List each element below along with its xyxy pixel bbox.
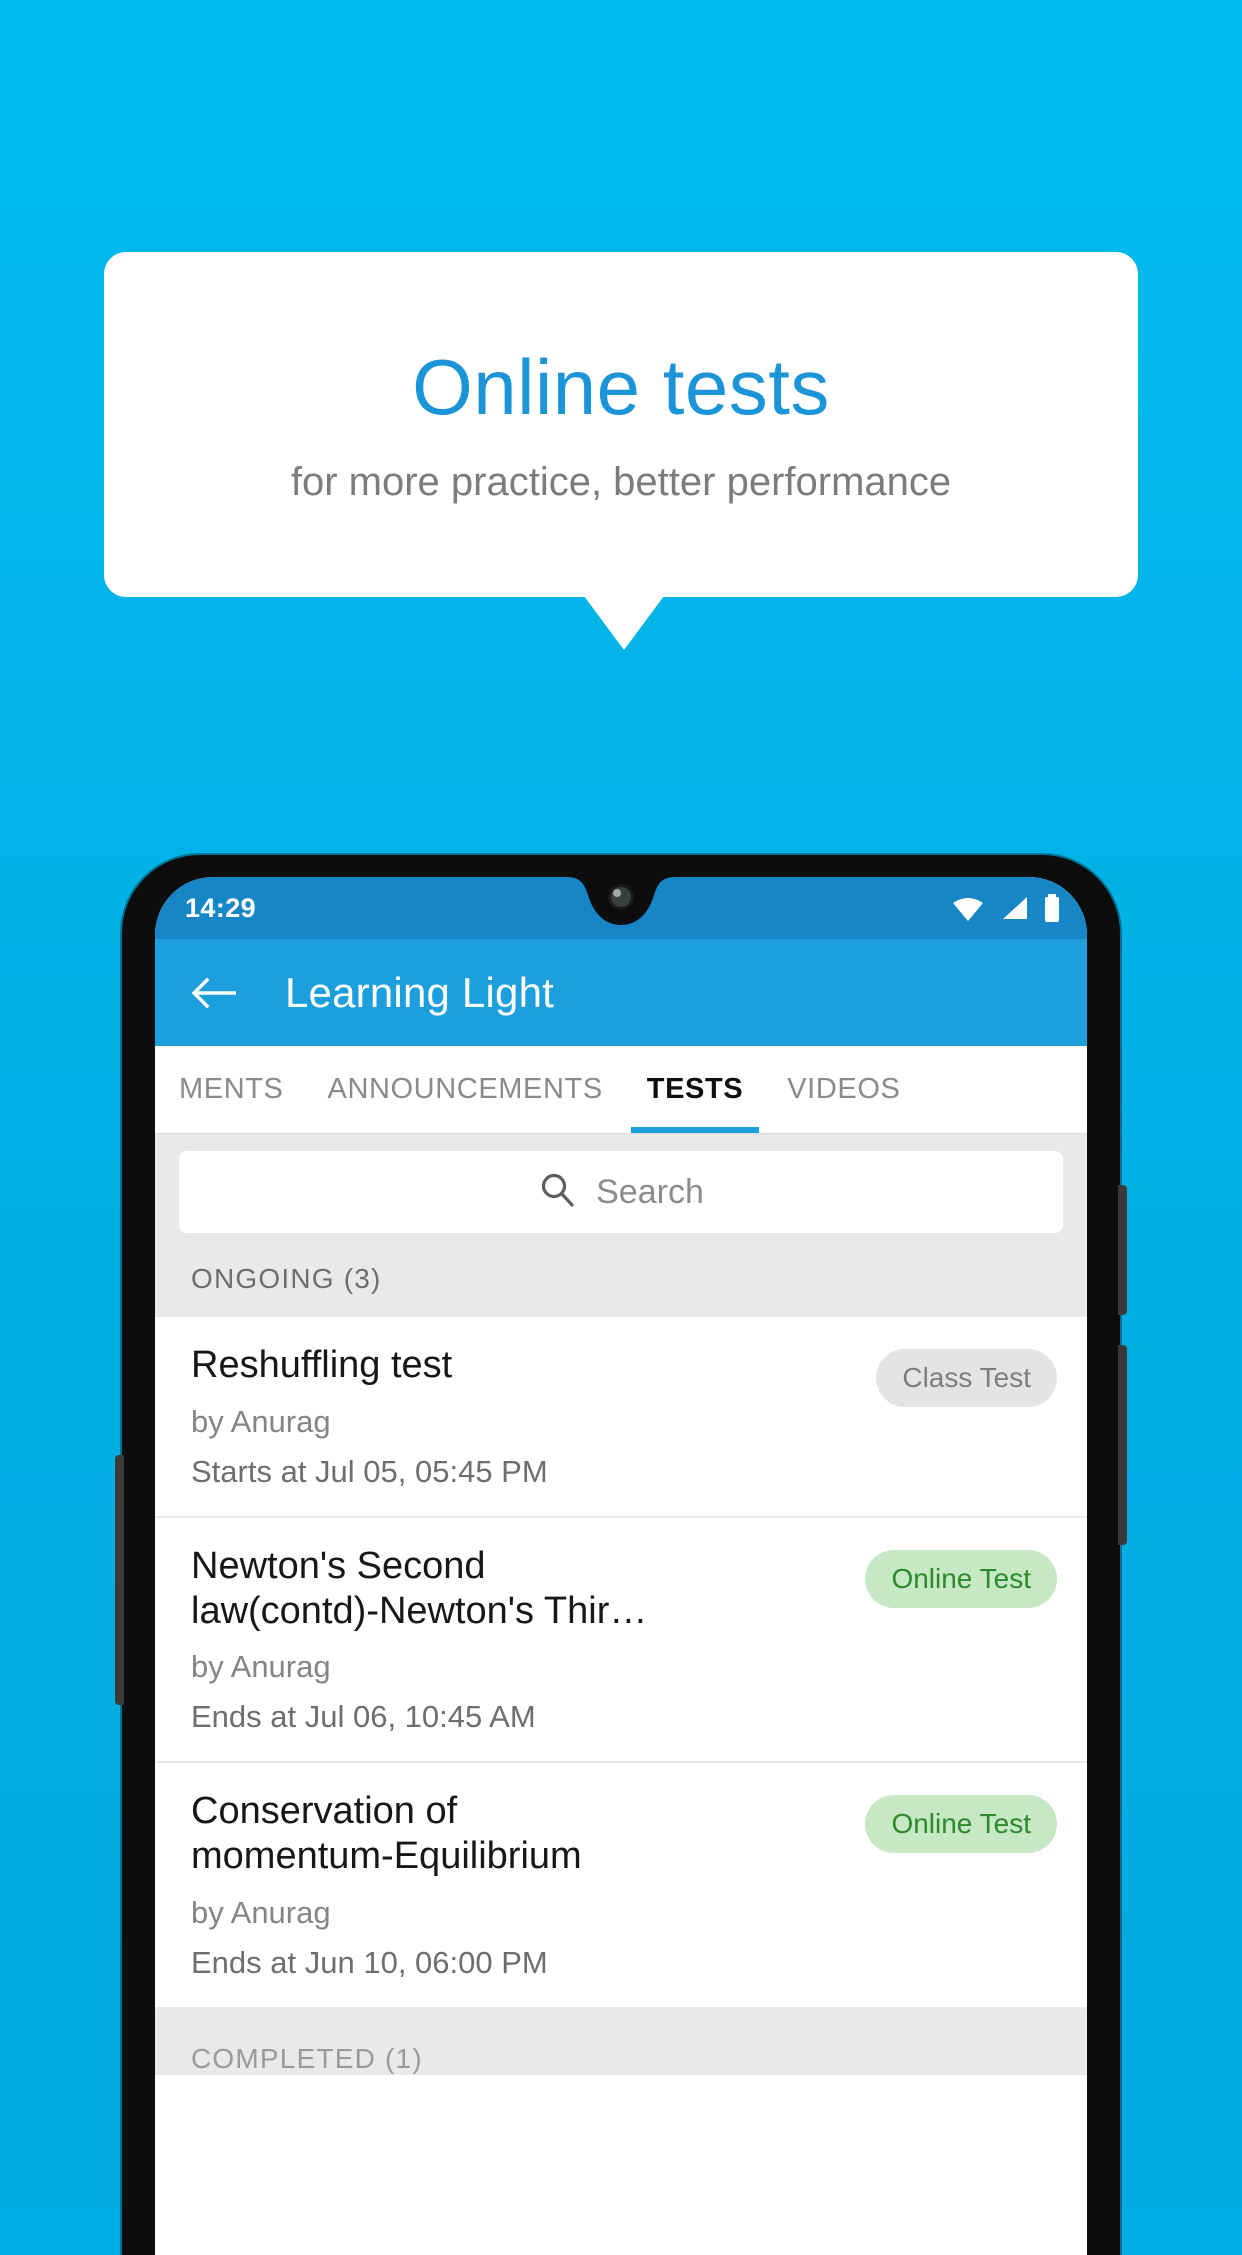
test-title: Newton's Second law(contd)-Newton's Thir… xyxy=(191,1544,648,1632)
status-bar: 14:29 xyxy=(155,877,1087,939)
phone-screen: 14:29 Learning Light MENTS ANNOUNCEMENTS… xyxy=(155,877,1087,2255)
tests-list: Reshuffling test by Anurag Starts at Jul… xyxy=(155,1317,1087,2010)
test-author: by Anurag xyxy=(191,1895,331,1931)
test-details: Conservation of momentum-Equilibrium by … xyxy=(191,1789,847,1981)
back-arrow-icon[interactable] xyxy=(187,965,243,1021)
tab-bar: MENTS ANNOUNCEMENTS TESTS VIDEOS xyxy=(155,1046,1087,1133)
test-title: Reshuffling test xyxy=(191,1344,453,1386)
callout-tail xyxy=(584,596,664,650)
camera-notch xyxy=(526,877,716,925)
section-header-ongoing: ONGOING (3) xyxy=(155,1233,1087,1317)
section-header-completed: COMPLETED (1) xyxy=(155,2009,1087,2076)
test-schedule: Starts at Jul 05, 05:45 PM xyxy=(191,1453,548,1489)
phone-mockup: 14:29 Learning Light MENTS ANNOUNCEMENTS… xyxy=(115,855,1127,2255)
promo-callout-card: Online tests for more practice, better p… xyxy=(104,252,1138,597)
wifi-icon xyxy=(951,895,985,921)
table-row[interactable]: Conservation of momentum-Equilibrium by … xyxy=(155,1763,1087,2010)
status-badge: Online Test xyxy=(865,1549,1057,1608)
phone-volume-button-left[interactable] xyxy=(115,1455,124,1705)
tab-videos[interactable]: VIDEOS xyxy=(765,1046,922,1133)
status-bar-icons xyxy=(951,894,1061,922)
test-title: Conservation of momentum-Equilibrium xyxy=(191,1790,582,1878)
page-title: Online tests xyxy=(412,342,830,431)
page-subtitle: for more practice, better performance xyxy=(290,459,952,504)
phone-power-button[interactable] xyxy=(1118,1345,1127,1545)
status-badge: Class Test xyxy=(876,1349,1057,1407)
tab-tests[interactable]: TESTS xyxy=(625,1046,765,1133)
test-schedule: Ends at Jun 10, 06:00 PM xyxy=(191,1945,548,1981)
search-bar-container: Search xyxy=(155,1133,1087,1233)
battery-icon xyxy=(1043,894,1061,922)
status-bar-clock: 14:29 xyxy=(185,892,257,923)
search-icon xyxy=(538,1171,576,1214)
table-row[interactable]: Reshuffling test by Anurag Starts at Jul… xyxy=(155,1317,1087,1518)
test-details: Reshuffling test by Anurag Starts at Jul… xyxy=(191,1343,858,1490)
phone-volume-button-right[interactable] xyxy=(1118,1185,1127,1315)
test-schedule: Ends at Jul 06, 10:45 AM xyxy=(191,1699,536,1735)
signal-icon xyxy=(999,895,1029,921)
app-bar: Learning Light xyxy=(155,939,1087,1046)
tab-assignments[interactable]: MENTS xyxy=(155,1046,306,1133)
status-badge: Online Test xyxy=(865,1795,1057,1854)
app-bar-title: Learning Light xyxy=(285,968,555,1016)
test-details: Newton's Second law(contd)-Newton's Thir… xyxy=(191,1544,847,1736)
test-author: by Anurag xyxy=(191,1649,331,1685)
tab-announcements[interactable]: ANNOUNCEMENTS xyxy=(306,1046,625,1133)
search-input[interactable]: Search xyxy=(179,1151,1063,1233)
search-placeholder: Search xyxy=(596,1172,704,1211)
test-author: by Anurag xyxy=(191,1403,331,1439)
table-row[interactable]: Newton's Second law(contd)-Newton's Thir… xyxy=(155,1517,1087,1764)
